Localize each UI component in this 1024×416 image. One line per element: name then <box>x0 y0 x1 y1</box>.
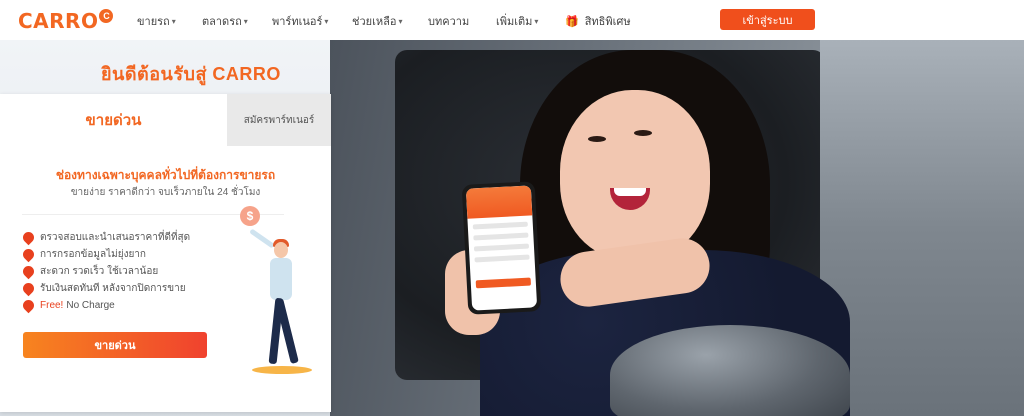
teeth-image <box>614 188 646 196</box>
man-body-image <box>270 258 292 300</box>
nav-label: ขายรถ <box>137 16 170 28</box>
chevron-down-icon: ▾ <box>171 16 176 26</box>
phone-screen-line <box>472 221 528 230</box>
nav-privileges[interactable]: 🎁 สิทธิพิเศษ <box>565 12 631 30</box>
quick-sell-button[interactable]: ขายด่วน <box>23 332 207 358</box>
tag-icon <box>20 297 37 314</box>
nav-more[interactable]: เพิ่มเติม ▾ <box>496 12 538 30</box>
list-item: การกรอกข้อมูลไม่ยุ่งยาก <box>20 246 190 263</box>
tab-partner-signup[interactable]: สมัครพาร์ทเนอร์ <box>227 94 331 146</box>
feature-text: No Charge <box>66 300 115 311</box>
man-head-image <box>274 242 288 258</box>
chevron-down-icon: ▾ <box>324 16 329 26</box>
nav-label: สิทธิพิเศษ <box>584 16 631 28</box>
phone-screen-button <box>475 277 532 289</box>
tag-icon <box>20 229 37 246</box>
nav-sell-car[interactable]: ขายรถ ▾ <box>137 12 176 30</box>
car-door-image <box>820 40 1024 416</box>
phone-screen-image <box>465 185 538 311</box>
free-label: Free! <box>40 300 64 311</box>
dollar-coin-icon: $ <box>240 206 260 226</box>
logo-text: CARRO <box>18 9 99 33</box>
card-subheadline: ขายง่าย ราคาดีกว่า จบเร็วภายใน 24 ชั่วโม… <box>70 187 261 198</box>
tab-quick-sell[interactable]: ขายด่วน <box>0 94 227 146</box>
nav-label: ตลาดรถ <box>202 16 242 28</box>
top-navbar: CARRO C ขายรถ ▾ ตลาดรถ ▾ พาร์ทเนอร์ ▾ ช่… <box>0 0 1024 40</box>
man-arm-image <box>249 228 275 249</box>
list-item: ตรวจสอบและนำเสนอราคาที่ดีที่สุด <box>20 229 191 246</box>
phone-screen-line <box>473 243 530 252</box>
nav-partner[interactable]: พาร์ทเนอร์ ▾ <box>272 12 328 30</box>
nav-label: บทความ <box>428 16 470 28</box>
phone-screen-header <box>465 185 533 219</box>
nav-label: เพิ่มเติม <box>496 16 533 28</box>
chevron-down-icon: ▾ <box>534 16 539 26</box>
list-item: รับเงินสดทันที หลังจากปิดการขาย <box>20 280 190 297</box>
ground-shadow-image <box>252 366 312 374</box>
gift-icon: 🎁 <box>565 15 579 28</box>
login-button[interactable]: เข้าสู่ระบบ <box>720 9 815 30</box>
feature-text: ตรวจสอบและนำเสนอราคาที่ดีที่สุด <box>40 232 191 243</box>
logo-mark-icon: C <box>99 9 114 23</box>
nav-label: ช่วยเหลือ <box>352 16 397 28</box>
list-item: สะดวก รวดเร็ว ใช้เวลาน้อย <box>20 263 190 280</box>
phone-image <box>461 181 542 315</box>
chevron-down-icon: ▾ <box>398 16 403 26</box>
feature-text: สะดวก รวดเร็ว ใช้เวลาน้อย <box>40 266 159 277</box>
phone-screen-line <box>474 254 530 263</box>
chevron-down-icon: ▾ <box>243 16 248 26</box>
nav-label: พาร์ทเนอร์ <box>272 16 323 28</box>
feature-list: ตรวจสอบและนำเสนอราคาที่ดีที่สุด การกรอกข… <box>20 229 191 314</box>
feature-text: รับเงินสดทันที หลังจากปิดการขาย <box>40 283 186 294</box>
card-headline: ช่องทางเฉพาะบุคคลทั่วไปที่ต้องการขายรถ <box>55 168 276 182</box>
nav-articles[interactable]: บทความ <box>428 12 469 30</box>
side-mirror-image <box>610 325 850 416</box>
nav-car-market[interactable]: ตลาดรถ ▾ <box>202 12 248 30</box>
list-item: Free! No Charge <box>20 297 190 314</box>
nav-help[interactable]: ช่วยเหลือ ▾ <box>352 12 402 30</box>
phone-screen-line <box>473 232 529 241</box>
eye-image <box>588 136 606 142</box>
tag-icon <box>20 280 37 297</box>
sell-card: ขายด่วน สมัครพาร์ทเนอร์ ช่องทางเฉพาะบุคค… <box>0 94 331 412</box>
feature-text: การกรอกข้อมูลไม่ยุ่งยาก <box>40 249 146 260</box>
tag-icon <box>20 246 37 263</box>
welcome-heading: ยินดีต้อนรับสู่ CARRO <box>101 64 281 84</box>
tag-icon <box>20 263 37 280</box>
carro-logo[interactable]: CARRO C <box>18 9 114 33</box>
eye-image <box>634 130 652 136</box>
woman-face-image <box>560 90 710 260</box>
man-illustration: $ <box>234 206 324 381</box>
